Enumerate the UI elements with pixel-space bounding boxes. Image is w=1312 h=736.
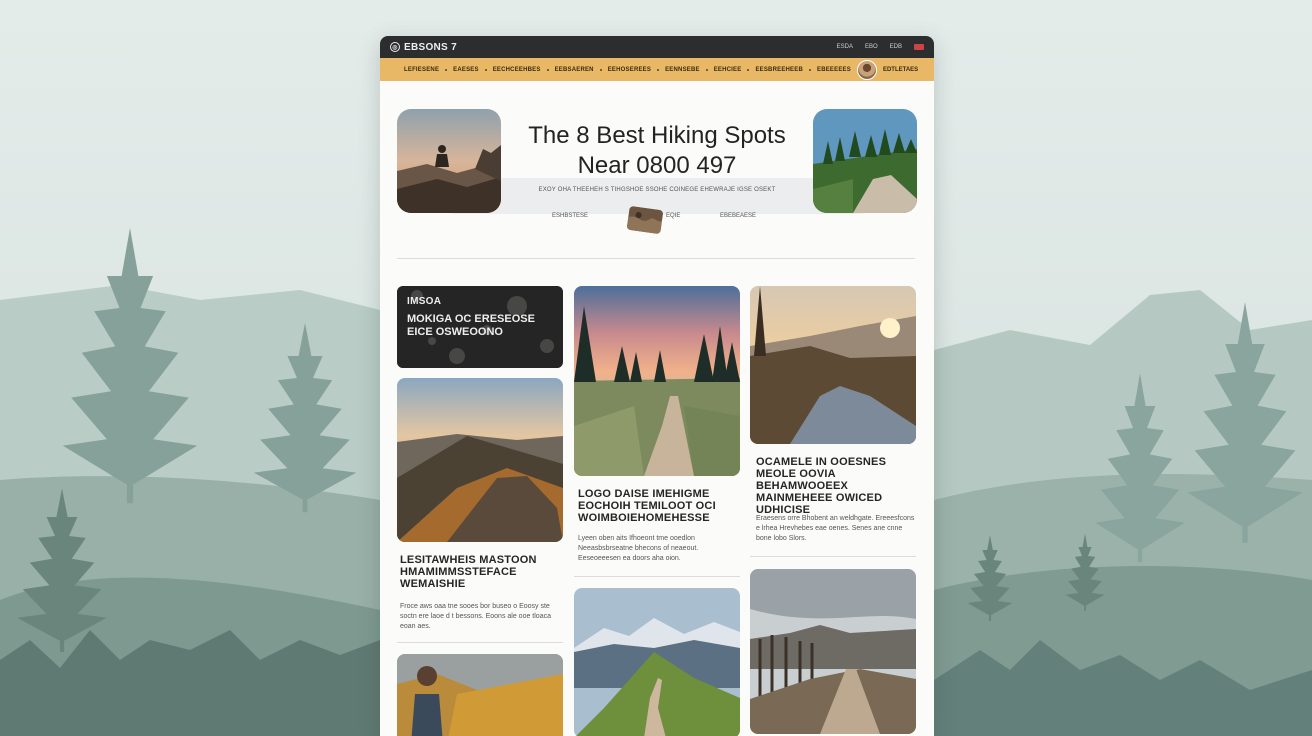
card2-title[interactable]: LOGO DAISE IMEHIGME EOCHOIH TEMILOOT OCI… xyxy=(578,488,738,524)
featured-title: MOKIGA OC ERESEOSE EICE OSWEOONO xyxy=(407,313,535,338)
card1-description: Froce aws oaa tne sooes bor buseo o Eoos… xyxy=(400,603,551,630)
nav-item-3[interactable]: EECHCEEHBES xyxy=(487,67,547,73)
hero-image-left[interactable] xyxy=(397,109,501,213)
nav-item-4[interactable]: EEBSAEREN xyxy=(549,67,600,73)
brand-name: EBSONS 7 xyxy=(404,41,457,53)
card3-description: Eraesens orre Bhobent an weldhgate. Eree… xyxy=(756,515,915,542)
meta-readtime: EBEBEAESE xyxy=(720,213,757,219)
main-nav: LEFIESENE EAESES EECHCEEHBES EEBSAEREN E… xyxy=(380,58,934,81)
card-image-meadow-trail[interactable] xyxy=(574,286,740,476)
nav-item-7[interactable]: EEHCIEE xyxy=(708,67,748,73)
card-image-sunset-trail[interactable] xyxy=(750,286,916,444)
section-divider xyxy=(397,258,915,259)
nav-item-9[interactable]: EBEEEEES xyxy=(811,67,857,73)
featured-card[interactable]: IMSOA MOKIGA OC ERESEOSE EICE OSWEOONO xyxy=(397,286,563,368)
nav-item-5[interactable]: EEHOSEREES xyxy=(602,67,657,73)
card-image-forest-boardwalk[interactable] xyxy=(750,569,916,734)
top-links: ESDA EBO EDB xyxy=(837,44,924,50)
card-image-mountain-path[interactable] xyxy=(574,588,740,736)
card-image-hiker[interactable] xyxy=(397,654,563,736)
article-page: ◎ EBSONS 7 ESDA EBO EDB LEFIESENE EAESES… xyxy=(380,36,934,736)
nav-item-1[interactable]: LEFIESENE xyxy=(398,67,445,73)
language-flag-icon[interactable] xyxy=(914,44,924,50)
featured-label: IMSOA xyxy=(407,296,442,307)
account-area[interactable]: EDTLETAES xyxy=(856,59,918,80)
card3-title[interactable]: OCAMELE IN OOESNES MEOLE OOVIA BEHAMWOOE… xyxy=(756,456,916,516)
card2-description: Lyeen oben aits Ifhoeont tme ooedlon Nee… xyxy=(578,535,699,562)
avatar[interactable] xyxy=(856,59,877,80)
nav-item-6[interactable]: EENNSEBE xyxy=(659,67,706,73)
site-brand[interactable]: ◎ EBSONS 7 xyxy=(390,42,457,53)
top-link-1[interactable]: ESDA xyxy=(837,44,853,50)
hero-section: The 8 Best Hiking Spots Near 0800 497 EX… xyxy=(380,81,934,261)
card1-title[interactable]: LESITAWHEIS MASTOON HMAMIMMSSTEFACE WEMA… xyxy=(400,554,560,590)
nav-item-2[interactable]: EAESES xyxy=(447,67,485,73)
top-bar: ◎ EBSONS 7 ESDA EBO EDB xyxy=(380,36,934,58)
meta-thumbnail xyxy=(626,205,664,235)
card-divider xyxy=(397,642,563,643)
page-title: The 8 Best Hiking Spots Near 0800 497 xyxy=(528,122,786,179)
hero-subline: EXOY OHA THEEHEH S TIHGSHOE SSOHE COINEG… xyxy=(538,187,776,193)
meta-date: EQIE xyxy=(666,213,681,219)
account-label[interactable]: EDTLETAES xyxy=(883,67,918,73)
card-divider xyxy=(750,556,916,557)
card-divider xyxy=(574,576,740,577)
top-link-2[interactable]: EBO xyxy=(865,44,878,50)
card-image-ridge[interactable] xyxy=(397,378,563,542)
nav-item-8[interactable]: EESBREEHEEB xyxy=(749,67,809,73)
meta-author[interactable]: ESHBSTESE xyxy=(552,213,588,219)
top-link-3[interactable]: EDB xyxy=(890,44,902,50)
hero-image-right[interactable] xyxy=(813,109,917,213)
logo-icon: ◎ xyxy=(390,42,400,52)
